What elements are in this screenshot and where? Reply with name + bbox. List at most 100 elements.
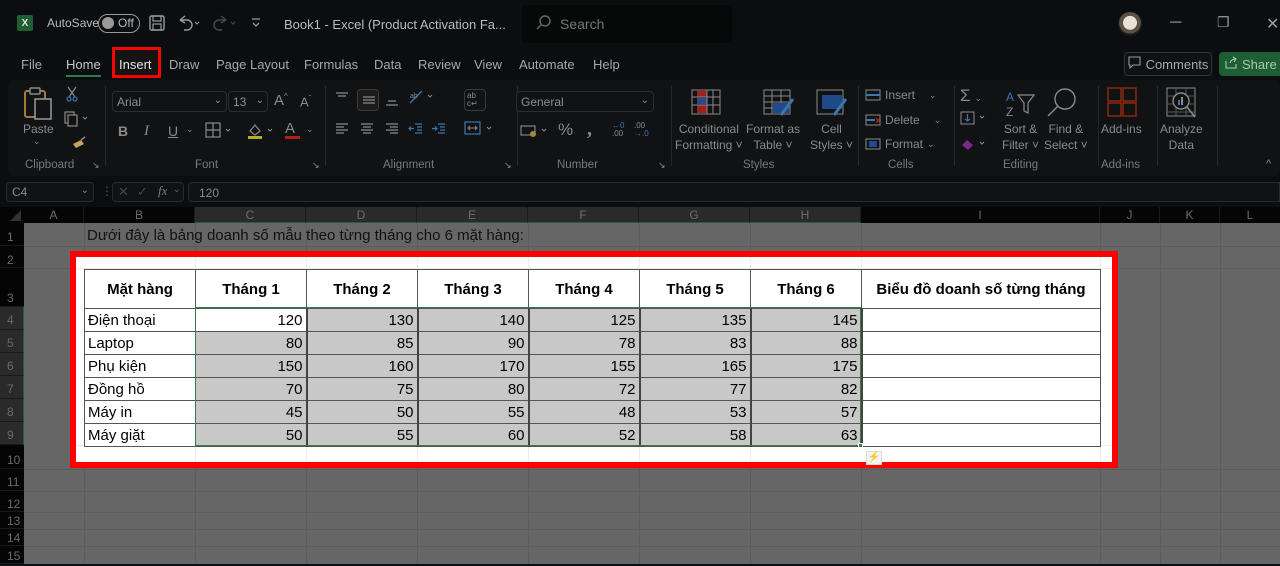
column-header-g[interactable]: G <box>639 207 750 223</box>
grow-font-icon[interactable]: A^ <box>274 92 288 109</box>
chart-cell[interactable] <box>861 308 1101 332</box>
find-select-icon[interactable] <box>1045 86 1079 123</box>
column-header-f[interactable]: F <box>528 207 639 223</box>
value-cell[interactable]: 150 <box>195 354 308 378</box>
chart-cell[interactable] <box>861 331 1101 355</box>
value-cell[interactable]: 82 <box>750 377 863 401</box>
value-cell[interactable]: 55 <box>417 400 530 424</box>
analyze-data-button[interactable]: Analyze Data <box>1160 121 1203 153</box>
column-header-i[interactable]: I <box>861 207 1100 223</box>
value-cell[interactable]: 45 <box>195 400 308 424</box>
fill-handle[interactable] <box>858 443 863 448</box>
format-as-table-icon[interactable] <box>763 89 795 120</box>
font-launcher-icon[interactable]: ↘ <box>312 160 320 171</box>
decrease-decimal-icon[interactable]: .00 →.0 <box>634 122 649 138</box>
value-cell[interactable]: 85 <box>306 331 419 355</box>
product-name-cell[interactable]: Laptop <box>84 331 196 355</box>
font-size-dropdown[interactable]: 13 ⌄ <box>228 91 268 112</box>
align-center-icon[interactable] <box>359 122 375 139</box>
row-header-13[interactable]: 13 <box>0 512 24 529</box>
clipboard-launcher-icon[interactable]: ↘ <box>92 160 100 171</box>
percent-style-button[interactable]: % <box>558 120 573 140</box>
row-header-1[interactable]: 1 <box>0 223 24 246</box>
conditional-formatting-button[interactable]: Conditional Formatting ˅ <box>675 121 743 153</box>
value-cell[interactable]: 72 <box>528 377 641 401</box>
tab-page-layout[interactable]: Page Layout <box>216 57 289 72</box>
tab-help[interactable]: Help <box>593 57 620 72</box>
value-cell[interactable]: 50 <box>195 423 308 447</box>
value-cell[interactable]: 155 <box>528 354 641 378</box>
addins-icon[interactable] <box>1107 87 1137 120</box>
increase-decimal-icon[interactable]: ←0.00 <box>612 122 624 138</box>
share-button[interactable]: Share <box>1219 52 1280 76</box>
row-header-14[interactable]: 14 <box>0 529 24 546</box>
row-header-2[interactable]: 2 <box>0 246 24 268</box>
orientation-icon[interactable]: ab <box>408 89 436 108</box>
cell-styles-icon[interactable] <box>816 89 848 120</box>
formula-input[interactable]: 120 <box>188 182 1280 202</box>
row-header-11[interactable]: 11 <box>0 469 24 491</box>
addins-button[interactable]: Add-ins <box>1101 122 1142 136</box>
value-cell[interactable]: 50 <box>306 400 419 424</box>
bold-button[interactable]: B <box>118 123 128 139</box>
spreadsheet-grid[interactable]: A B C D E F G H I J K L 1 2 3 4 5 6 7 8 … <box>0 207 1280 564</box>
wrap-text-icon[interactable]: ab c↵ <box>464 89 486 111</box>
value-cell[interactable]: 88 <box>750 331 863 355</box>
decrease-indent-icon[interactable] <box>408 122 424 139</box>
tab-view[interactable]: View <box>474 57 502 72</box>
select-all-button[interactable] <box>0 207 24 223</box>
insert-cells-button[interactable]: Insert ⌄ <box>865 88 937 102</box>
product-name-cell[interactable]: Máy in <box>84 400 196 424</box>
chart-cell[interactable] <box>861 400 1101 424</box>
align-top-icon[interactable] <box>334 90 350 107</box>
accounting-format-icon[interactable] <box>520 124 552 141</box>
product-name-cell[interactable]: Điện thoại <box>84 308 196 332</box>
number-format-dropdown[interactable]: General ⌄ <box>516 91 654 112</box>
value-cell[interactable]: 160 <box>306 354 419 378</box>
cell-styles-button[interactable]: Cell Styles ˅ <box>810 121 853 153</box>
format-as-table-button[interactable]: Format as Table ˅ <box>746 121 800 153</box>
value-cell[interactable]: 55 <box>306 423 419 447</box>
autosum-icon[interactable]: Σ ⌄ <box>960 86 982 106</box>
value-cell[interactable]: 57 <box>750 400 863 424</box>
chart-cell[interactable] <box>861 354 1101 378</box>
row-header-4[interactable]: 4 <box>0 307 24 330</box>
product-name-cell[interactable]: Phụ kiện <box>84 354 196 378</box>
analyze-data-icon[interactable] <box>1166 87 1198 122</box>
restore-icon[interactable]: ❐ <box>1217 14 1230 31</box>
shrink-font-icon[interactable]: Aˇ <box>300 94 311 109</box>
paste-icon[interactable] <box>23 86 55 125</box>
tab-home[interactable]: Home <box>66 57 101 77</box>
italic-button[interactable]: I <box>144 123 149 140</box>
row-header-15[interactable]: 15 <box>0 546 24 564</box>
value-cell[interactable]: 58 <box>639 423 752 447</box>
value-cell[interactable]: 80 <box>195 331 308 355</box>
font-name-dropdown[interactable]: Arial ⌄ <box>112 91 227 112</box>
row-header-6[interactable]: 6 <box>0 353 24 376</box>
row-header-12[interactable]: 12 <box>0 491 24 512</box>
value-cell[interactable]: 135 <box>639 308 752 332</box>
column-header-k[interactable]: K <box>1160 207 1220 223</box>
chart-cell[interactable] <box>861 377 1101 401</box>
customize-toolbar-icon[interactable] <box>250 16 262 30</box>
redo-icon[interactable] <box>212 14 238 32</box>
value-cell[interactable]: 170 <box>417 354 530 378</box>
value-cell[interactable]: 77 <box>639 377 752 401</box>
header-cell[interactable]: Tháng 2 <box>306 269 418 309</box>
comments-button[interactable]: Comments <box>1124 52 1212 76</box>
product-name-cell[interactable]: Máy giặt <box>84 423 196 447</box>
tab-insert[interactable]: Insert <box>119 57 152 72</box>
collapse-ribbon-icon[interactable]: ^ <box>1266 158 1271 170</box>
cancel-icon[interactable]: ✕ <box>118 184 129 200</box>
value-cell[interactable]: 125 <box>528 308 641 332</box>
fill-icon[interactable] <box>960 111 988 128</box>
header-cell[interactable]: Tháng 1 <box>195 269 307 309</box>
column-header-j[interactable]: J <box>1100 207 1160 223</box>
cut-icon[interactable] <box>65 86 79 105</box>
tab-formulas[interactable]: Formulas <box>304 57 358 72</box>
value-cell[interactable]: 175 <box>750 354 863 378</box>
paste-chevron-icon[interactable]: ⌄ <box>33 136 41 147</box>
sort-filter-button[interactable]: Sort & Filter ˅ <box>1002 121 1039 153</box>
header-cell[interactable]: Tháng 4 <box>528 269 640 309</box>
delete-cells-button[interactable]: Delete ⌄ <box>865 113 941 127</box>
